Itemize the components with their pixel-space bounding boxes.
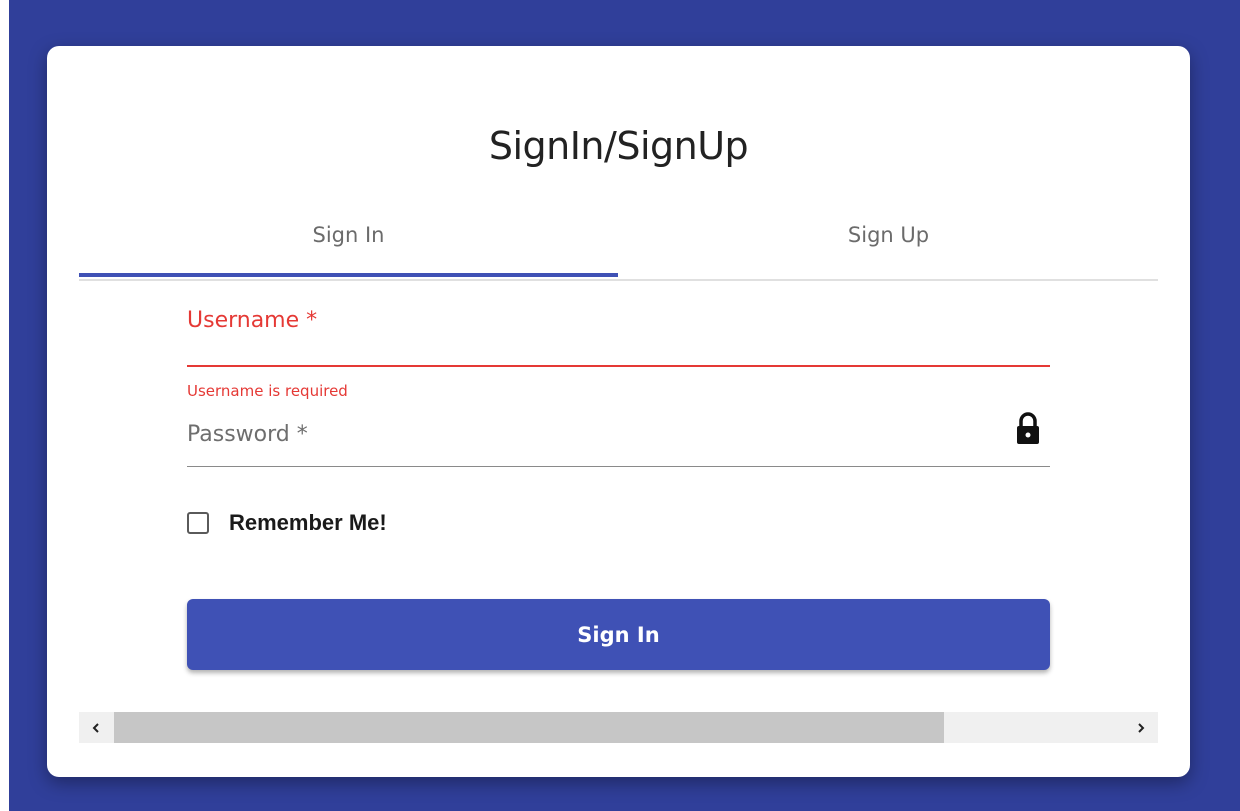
remember-me-row[interactable]: Remember Me! <box>187 510 387 536</box>
username-label: Username * <box>187 308 318 333</box>
lock-icon[interactable] <box>1015 412 1041 446</box>
page-title: SignIn/SignUp <box>488 124 749 168</box>
remember-me-checkbox[interactable] <box>187 512 209 534</box>
sign-in-button[interactable]: Sign In <box>187 599 1050 670</box>
password-field[interactable]: Password * <box>187 412 1050 468</box>
scroll-right-arrow-icon[interactable] <box>1124 712 1158 743</box>
horizontal-scrollbar[interactable] <box>79 712 1158 743</box>
scrollbar-thumb[interactable] <box>114 712 944 743</box>
tab-sign-up[interactable]: Sign Up <box>619 192 1158 277</box>
auth-card: SignIn/SignUp Sign In Sign Up Username *… <box>47 46 1190 777</box>
auth-tabs: Sign In Sign Up <box>79 192 1158 281</box>
tab-sign-in-label: Sign In <box>312 222 385 247</box>
username-underline <box>187 365 1050 367</box>
username-error-text: Username is required <box>187 382 348 400</box>
remember-me-label: Remember Me! <box>229 510 387 535</box>
password-underline <box>187 466 1050 467</box>
tab-sign-in[interactable]: Sign In <box>79 192 618 277</box>
tab-sign-up-label: Sign Up <box>847 222 930 247</box>
scroll-left-arrow-icon[interactable] <box>79 712 113 743</box>
active-tab-indicator <box>79 273 618 277</box>
username-field[interactable]: Username * Username is required <box>187 308 1050 408</box>
password-label: Password * <box>187 422 308 447</box>
sign-in-button-label: Sign In <box>577 622 660 647</box>
